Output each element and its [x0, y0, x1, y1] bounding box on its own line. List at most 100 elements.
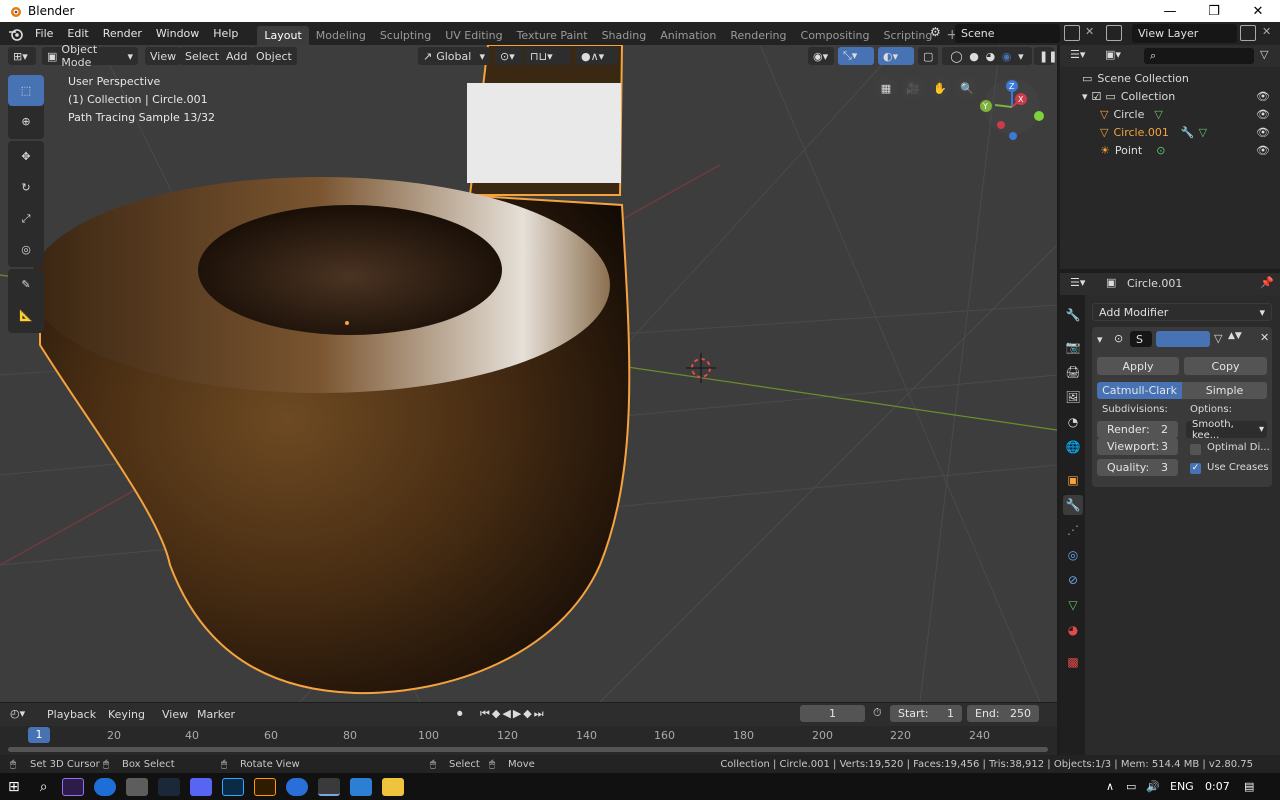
illustrator-icon[interactable] [253, 777, 276, 796]
render-levels-field[interactable]: Render: 2 [1097, 421, 1178, 438]
menu-add[interactable]: Add [221, 47, 253, 65]
scene-selector-icon[interactable]: ⚙ [930, 25, 952, 42]
playhead[interactable]: 1 [28, 727, 50, 743]
delete-view-layer-icon[interactable]: ✕ [1262, 25, 1271, 38]
blender-menu-icon[interactable] [8, 27, 24, 41]
display-mode-icon[interactable]: ▣▾ [1105, 48, 1121, 61]
rendered-shading-icon[interactable]: ◉ [1002, 50, 1012, 63]
proportional-edit-icon[interactable]: ●∧▾ [576, 47, 618, 65]
timeline-ruler[interactable]: 1 20 40 60 80 100 120 140 160 180 200 22… [0, 726, 1057, 755]
outliner-item-collection[interactable]: ▾ ☑ ▭ Collection 👁 [1060, 87, 1280, 105]
world-tab-icon[interactable]: 🌐 [1063, 437, 1083, 457]
scene-tab-icon[interactable]: ◔ [1063, 412, 1083, 432]
notifications-icon[interactable]: ▤ [1244, 780, 1254, 793]
browser-icon[interactable] [285, 777, 308, 796]
menu-help[interactable]: Help [206, 22, 245, 45]
new-view-layer-icon[interactable] [1240, 25, 1256, 41]
3d-viewer-icon[interactable] [125, 777, 148, 796]
material-tab-icon[interactable]: ◕ [1063, 620, 1083, 640]
toilet-pipe-collar[interactable] [467, 83, 621, 183]
tab-modeling[interactable]: Modeling [309, 26, 373, 45]
add-modifier-dropdown[interactable]: Add Modifier ▾ [1092, 303, 1272, 321]
scale-tool-icon[interactable]: ⤢ [8, 203, 44, 234]
measure-tool-icon[interactable]: 📐 [8, 300, 44, 331]
solid-shading-icon[interactable]: ● [969, 50, 979, 63]
collapse-icon[interactable]: ▾ [1097, 333, 1103, 346]
record-icon[interactable]: ⏺ [457, 707, 463, 721]
edge-browser-icon[interactable] [93, 777, 116, 796]
menu-select[interactable]: Select [180, 47, 224, 65]
modifier-tab-icon[interactable]: 🔧 [1063, 495, 1083, 515]
tab-sculpting[interactable]: Sculpting [373, 26, 438, 45]
filter-icon[interactable]: ▽ [1260, 48, 1268, 61]
eye-icon[interactable]: 👁 [1256, 144, 1270, 157]
steam-icon[interactable] [157, 777, 180, 796]
mesh-data-tab-icon[interactable]: ▽ [1063, 595, 1083, 615]
material-shading-icon[interactable]: ◕ [986, 50, 996, 63]
apply-button[interactable]: Apply [1097, 357, 1179, 375]
render-tab-icon[interactable]: 📷 [1063, 337, 1083, 357]
close-button[interactable]: ✕ [1236, 0, 1280, 22]
menu-marker[interactable]: Marker [197, 708, 235, 721]
tab-catmull-clark[interactable]: Catmull-Clark [1097, 382, 1182, 399]
tab-rendering[interactable]: Rendering [723, 26, 793, 45]
delete-scene-icon[interactable]: ✕ [1085, 25, 1094, 38]
outliner-item-scene-collection[interactable]: ▭ Scene Collection [1060, 69, 1280, 87]
taskbar-search-icon[interactable]: ⌕ [40, 779, 48, 795]
quality-field[interactable]: Quality: 3 [1097, 459, 1178, 476]
tab-layout[interactable]: Layout [257, 26, 309, 45]
menu-keying[interactable]: Keying [108, 708, 145, 721]
outliner-editor-icon[interactable]: ☰▾ [1070, 48, 1085, 61]
physics-tab-icon[interactable]: ◎ [1063, 545, 1083, 565]
camera-view-icon[interactable]: 🎥 [902, 77, 924, 99]
discord-icon[interactable] [189, 777, 212, 796]
cursor-tool-icon[interactable]: ⊕ [8, 106, 44, 137]
outliner-search-input[interactable]: ⌕ [1144, 48, 1254, 64]
menu-file[interactable]: File [28, 22, 60, 45]
photoshop-icon[interactable] [221, 777, 244, 796]
menu-window[interactable]: Window [149, 22, 206, 45]
file-explorer-icon[interactable] [381, 777, 404, 796]
rotate-tool-icon[interactable]: ↻ [8, 172, 44, 203]
view-layer-icon[interactable] [1106, 25, 1122, 41]
timeline-editor-icon[interactable]: ◴▾ [10, 707, 25, 720]
viewport-scene[interactable] [0, 45, 1057, 702]
tray-chevron-icon[interactable]: ∧ [1106, 780, 1114, 793]
language-indicator[interactable]: ENG [1170, 780, 1194, 793]
uv-smooth-dropdown[interactable]: Smooth, kee... ▾ [1186, 419, 1267, 441]
windows-start-icon[interactable]: ⊞ [8, 779, 20, 795]
menu-view[interactable]: View [145, 47, 182, 65]
taskbar-clock[interactable]: 0:07 [1205, 780, 1230, 793]
shading-mode-group[interactable]: ◯ ● ◕ ◉ ▾ [942, 47, 1032, 65]
expand-icon[interactable]: ▾ [1082, 90, 1088, 103]
start-frame-field[interactable]: Start: 1 [890, 705, 962, 722]
network-icon[interactable]: ▭ [1126, 780, 1136, 793]
modifier-name-field[interactable]: S [1130, 331, 1152, 347]
blender-taskbar-icon[interactable] [317, 777, 340, 796]
current-frame-field[interactable]: 1 [800, 705, 865, 722]
output-tab-icon[interactable]: 🖨 [1063, 362, 1083, 382]
orientation-dropdown[interactable]: ↗ Global ▾ [418, 47, 490, 65]
view-layer-field[interactable]: View Layer [1132, 24, 1237, 43]
tab-uv-editing[interactable]: UV Editing [438, 26, 509, 45]
select-box-tool-icon[interactable]: ⬚ [8, 75, 44, 106]
eye-icon[interactable]: 👁 [1256, 90, 1270, 103]
xray-toggle-icon[interactable]: ▢ [918, 47, 938, 65]
remove-modifier-icon[interactable]: ✕ [1260, 331, 1269, 344]
transform-tool-icon[interactable]: ◎ [8, 234, 44, 265]
view-layer-tab-icon[interactable]: 🖼 [1063, 387, 1083, 407]
3d-viewport[interactable]: ⊞▾ ▣ Object Mode ▾ View Select Add Object … [0, 45, 1057, 702]
tab-texture-paint[interactable]: Texture Paint [510, 26, 595, 45]
mode-dropdown[interactable]: ▣ Object Mode ▾ [42, 45, 138, 69]
pin-icon[interactable]: 📌 [1260, 276, 1274, 289]
outliner-item-point[interactable]: ☀ Point ⊙ 👁 [1060, 141, 1280, 159]
constraints-tab-icon[interactable]: ⊘ [1063, 570, 1083, 590]
visibility-icon[interactable]: ◉▾ [808, 47, 834, 65]
tab-shading[interactable]: Shading [595, 26, 654, 45]
particles-tab-icon[interactable]: ⋰ [1063, 520, 1083, 540]
gizmo-toggle-icon[interactable]: ⤡▾ [838, 47, 874, 65]
end-frame-field[interactable]: End: 250 [967, 705, 1039, 722]
move-tool-icon[interactable]: ✥ [8, 141, 44, 172]
texture-tab-icon[interactable]: ▩ [1063, 652, 1083, 672]
menu-object[interactable]: Object [251, 47, 297, 65]
